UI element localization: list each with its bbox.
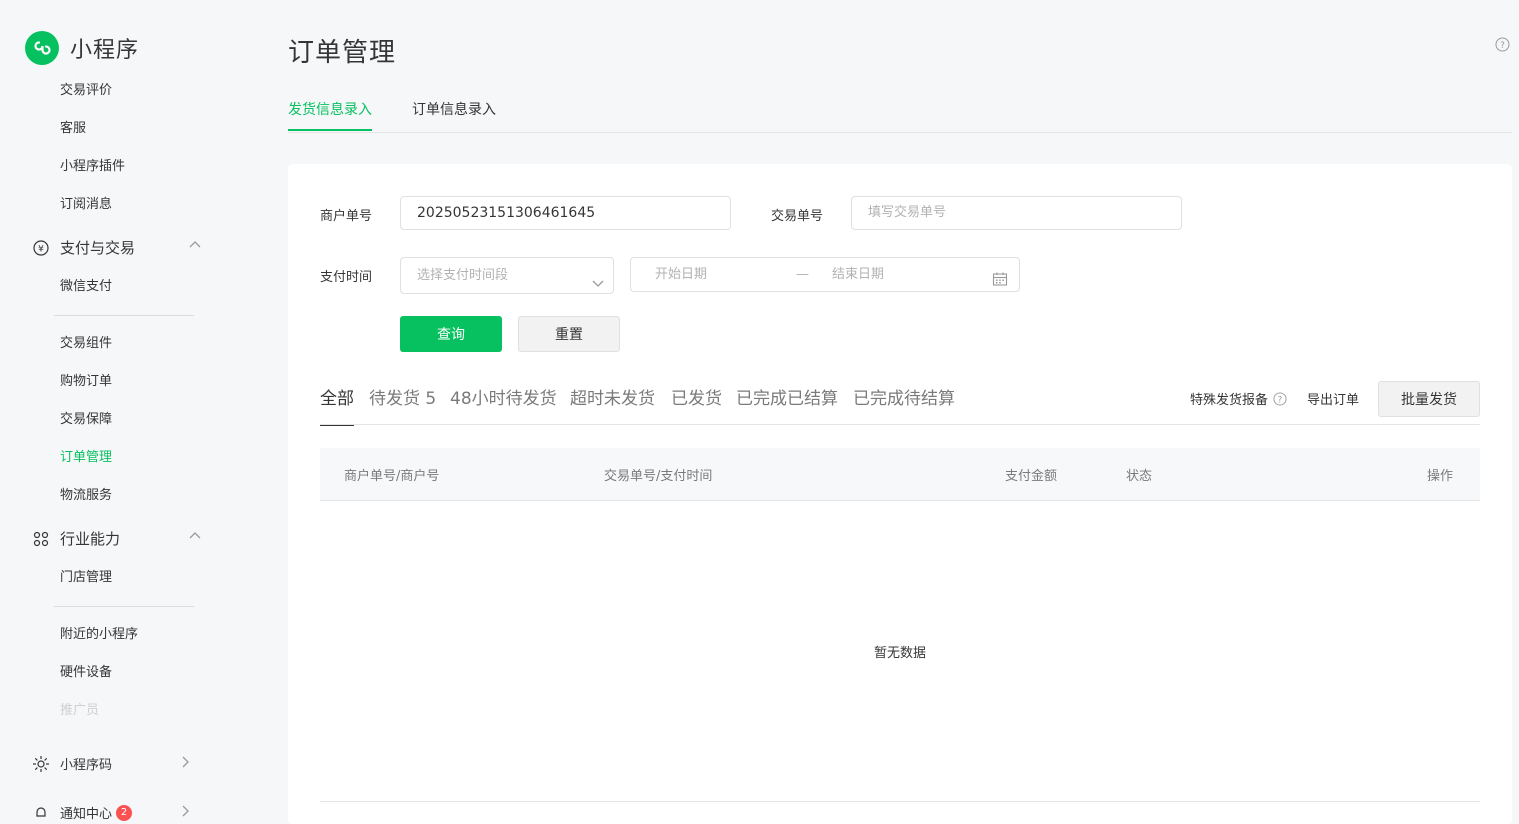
start-date-input[interactable]: 开始日期	[655, 258, 707, 291]
chevron-up-icon	[188, 238, 202, 256]
sidebar-item-order-management[interactable]: 订单管理	[60, 449, 112, 467]
sidebar-item-store-management[interactable]: 门店管理	[60, 569, 112, 587]
column-actions: 操作	[1427, 469, 1454, 484]
sidebar-group-qrcode[interactable]: 小程序码	[32, 754, 202, 773]
sun-icon	[32, 755, 50, 773]
end-date-input[interactable]: 结束日期	[832, 258, 884, 291]
sidebar-item-promoter[interactable]: 推广员	[60, 702, 99, 720]
sidebar-group-label: 支付与交易	[60, 239, 136, 257]
tab-active-indicator	[288, 129, 372, 131]
pay-time-label: 支付时间	[320, 270, 373, 285]
sidebar-divider	[54, 606, 194, 607]
sidebar-group-label: 小程序码	[60, 758, 113, 773]
empty-state-text: 暂无数据	[873, 646, 926, 661]
bell-icon	[32, 804, 50, 822]
mini-program-logo-icon	[25, 31, 59, 65]
status-tab-pending[interactable]: 待发货 5	[369, 384, 436, 409]
sidebar-divider	[54, 315, 194, 316]
date-separator: —	[796, 267, 809, 282]
column-merchant-no: 商户单号/商户号	[344, 469, 440, 484]
page-title: 订单管理	[288, 38, 397, 68]
sidebar-item-plugins[interactable]: 小程序插件	[60, 158, 125, 176]
table-header: 商户单号/商户号 交易单号/支付时间 支付金额 状态 操作	[320, 448, 1480, 501]
sidebar-item-logistics[interactable]: 物流服务	[60, 487, 112, 505]
sidebar-item-trade-guarantee[interactable]: 交易保障	[60, 411, 112, 429]
sidebar-item-nearby-mini-programs[interactable]: 附近的小程序	[60, 626, 138, 644]
sidebar-group-payment[interactable]: ¥ 支付与交易	[32, 237, 202, 258]
status-tab-to-settle[interactable]: 已完成待结算	[853, 384, 955, 409]
svg-text:?: ?	[1500, 41, 1505, 51]
pay-time-select-value: 选择支付时间段	[417, 268, 509, 283]
sidebar-item-wechat-pay[interactable]: 微信支付	[60, 278, 112, 296]
sidebar-item-trade-component[interactable]: 交易组件	[60, 335, 112, 353]
date-range-picker[interactable]: 开始日期 — 结束日期	[630, 257, 1020, 292]
sidebar-group-industry[interactable]: 行业能力	[32, 528, 202, 549]
sidebar: 小程序 交易评价 客服 小程序插件 订阅消息 ¥ 支付与交易 微信支付 交易组件…	[0, 0, 232, 822]
sidebar-group-label: 行业能力	[60, 530, 121, 548]
batch-ship-button[interactable]: 批量发货	[1378, 381, 1480, 417]
chevron-right-icon	[178, 804, 192, 822]
page-tabs: 发货信息录入 订单信息录入	[288, 100, 1512, 133]
sidebar-item-customer-service[interactable]: 客服	[60, 120, 86, 138]
table-bottom-border	[320, 801, 1480, 802]
sidebar-item-hardware[interactable]: 硬件设备	[60, 664, 112, 682]
special-report-label: 特殊发货报备	[1190, 393, 1269, 408]
chevron-right-icon	[178, 755, 192, 773]
sidebar-item-trade-review[interactable]: 交易评价	[60, 82, 112, 100]
tab-order-info[interactable]: 订单信息录入	[412, 100, 496, 120]
column-amount: 支付金额	[1005, 469, 1058, 484]
order-card: 商户单号 2025052315130646164​5 交易单号 填写交易单号 支…	[288, 164, 1512, 824]
column-trade-no: 交易单号/支付时间	[604, 469, 713, 484]
calendar-icon[interactable]	[992, 267, 1008, 300]
status-tab-48h[interactable]: 48小时待发货	[450, 384, 557, 409]
chevron-down-icon	[591, 269, 605, 304]
svg-text:¥: ¥	[38, 244, 44, 254]
query-button[interactable]: 查询	[400, 316, 502, 352]
help-icon[interactable]: ?	[1495, 37, 1510, 56]
status-tab-settled[interactable]: 已完成已结算	[736, 384, 838, 409]
yuan-circle-icon: ¥	[32, 239, 50, 257]
help-icon[interactable]: ?	[1273, 391, 1287, 406]
reset-button[interactable]: 重置	[518, 316, 620, 352]
app-title: 小程序	[70, 38, 140, 63]
app-logo[interactable]: 小程序	[25, 31, 139, 65]
nodes-icon	[32, 530, 50, 548]
status-tab-all[interactable]: 全部	[320, 384, 354, 409]
sidebar-item-subscribe-messages[interactable]: 订阅消息	[60, 196, 112, 214]
svg-text:?: ?	[1278, 394, 1282, 404]
export-orders-link[interactable]: 导出订单	[1307, 389, 1359, 408]
sidebar-item-shopping-orders[interactable]: 购物订单	[60, 373, 112, 391]
column-status: 状态	[1126, 469, 1153, 484]
status-tabs-divider	[320, 424, 1480, 425]
notification-badge: 2	[116, 804, 133, 821]
chevron-up-icon	[188, 529, 202, 547]
trade-no-label: 交易单号	[771, 209, 824, 224]
trade-no-input[interactable]: 填写交易单号	[851, 196, 1182, 230]
pay-time-select[interactable]: 选择支付时间段	[400, 257, 614, 294]
sidebar-group-label: 通知中心	[60, 807, 113, 822]
special-report-link[interactable]: 特殊发货报备 ?	[1190, 389, 1287, 408]
tab-shipping-info[interactable]: 发货信息录入	[288, 100, 372, 120]
status-tab-shipped[interactable]: 已发货	[671, 384, 722, 409]
status-tab-overdue[interactable]: 超时未发货	[570, 384, 655, 409]
merchant-no-input[interactable]: 2025052315130646164​5	[400, 196, 731, 230]
merchant-no-label: 商户单号	[320, 209, 373, 224]
sidebar-group-notify[interactable]: 通知中心 2	[32, 803, 202, 822]
